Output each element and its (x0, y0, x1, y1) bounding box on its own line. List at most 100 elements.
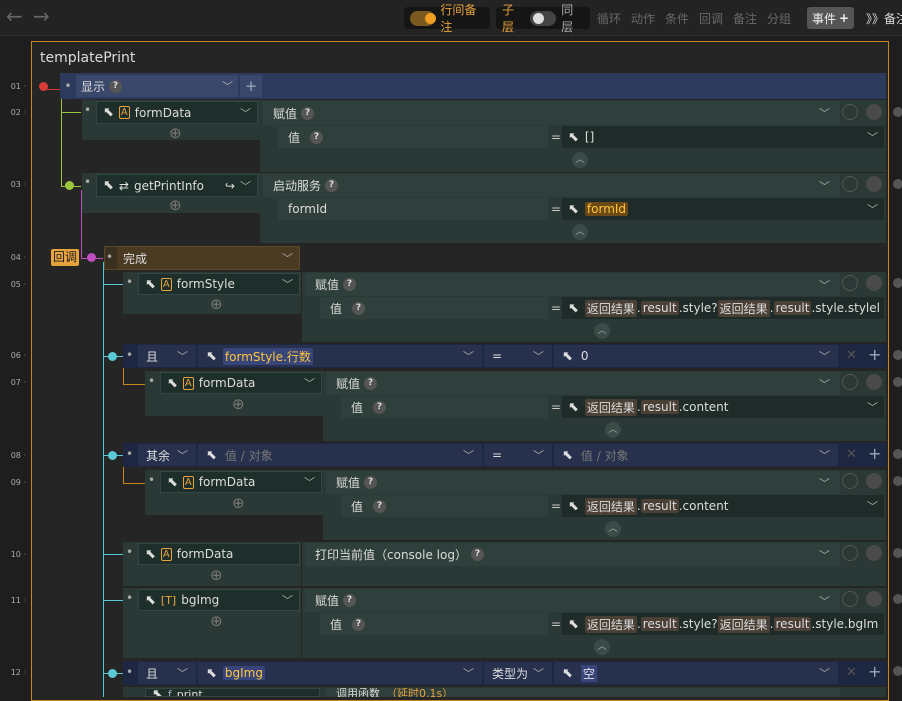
add-sub-button[interactable]: ⊕ (169, 124, 182, 142)
toggle-icon[interactable] (866, 545, 882, 561)
collapse-icon[interactable]: ︿ (572, 224, 588, 240)
row-handle[interactable] (893, 278, 902, 288)
help-icon[interactable]: ? (310, 130, 324, 144)
help-icon[interactable]: ? (352, 617, 366, 631)
expand-icon[interactable]: ﹀ (463, 447, 474, 463)
toggle-icon[interactable] (866, 473, 882, 489)
right-operand[interactable]: ⬉ 空 ﹀ (554, 662, 838, 684)
operator-select[interactable]: = ﹀ (484, 345, 552, 367)
operator-select[interactable]: 类型为 ﹀ (484, 662, 552, 684)
condition-button[interactable]: 条件 (665, 10, 689, 27)
target-select[interactable]: ⬉ A formData (138, 543, 300, 565)
drag-handle[interactable]: • (148, 473, 155, 487)
add-condition-button[interactable]: + (868, 662, 881, 681)
help-icon[interactable]: ? (301, 106, 315, 120)
drag-handle[interactable]: • (126, 665, 133, 679)
add-condition-button[interactable]: + (868, 345, 881, 364)
target-select[interactable]: ⬉ A formData ﹀ (160, 372, 322, 394)
tree-node[interactable] (39, 82, 48, 91)
help-icon[interactable]: ? (373, 400, 387, 414)
help-icon[interactable]: ? (325, 179, 339, 192)
expand-icon[interactable]: ﹀ (867, 498, 878, 514)
value-input[interactable]: ⬉ 返回结果. result .style? 返回结果. result .style.bg… (562, 613, 884, 635)
condition-select[interactable]: 其余 ﹀ (138, 444, 196, 466)
add-condition-button[interactable]: + (868, 444, 881, 463)
help-icon[interactable]: ? (364, 377, 378, 390)
help-icon[interactable]: ? (343, 594, 357, 607)
layer-toggle[interactable]: 子层 同层 (496, 3, 590, 34)
close-icon[interactable]: ✕ (846, 665, 857, 680)
tree-node[interactable] (108, 669, 117, 678)
target-select[interactable]: ⬉ [T] bgImg ﹀ (138, 589, 300, 611)
loop-button[interactable]: 循环 (597, 10, 621, 27)
action-select[interactable]: 打印当前值（console log）? ﹀ (305, 543, 840, 566)
expand-icon[interactable]: ﹀ (867, 201, 878, 217)
tree-node[interactable] (108, 451, 117, 460)
value-input[interactable]: ⬉ [] ﹀ (562, 126, 884, 148)
add-sub-button[interactable]: ⊕ (169, 196, 182, 214)
toggle-icon[interactable] (866, 374, 882, 390)
close-icon[interactable]: ✕ (846, 348, 857, 363)
drag-handle[interactable]: • (106, 250, 113, 264)
row-handle[interactable] (893, 666, 902, 676)
toggle-icon[interactable] (866, 104, 882, 120)
close-icon[interactable]: ✕ (846, 447, 857, 462)
drag-handle[interactable]: • (62, 75, 74, 97)
action-select[interactable]: 调用函数 （延时0.1s） (326, 688, 840, 697)
arrow-right-icon[interactable]: → (33, 6, 50, 26)
right-operand[interactable]: ⬉ 0 ﹀ (554, 345, 838, 367)
drag-handle[interactable]: • (84, 175, 91, 189)
operator-select[interactable]: = ﹀ (484, 444, 552, 466)
add-sub-button[interactable]: ⊕ (210, 612, 223, 630)
tree-node[interactable] (65, 181, 74, 190)
add-sub-button[interactable]: ⊕ (232, 395, 245, 413)
row-handle[interactable] (893, 449, 902, 459)
drag-handle[interactable]: • (126, 447, 133, 461)
action-select[interactable]: 启动服务? ﹀ (263, 174, 840, 197)
left-operand[interactable]: ⬉ 值 / 对象 ﹀ (198, 444, 482, 466)
collapse-icon[interactable]: ︿ (605, 422, 621, 438)
toggle-icon[interactable] (866, 176, 882, 192)
row-handle[interactable] (893, 548, 902, 558)
drag-handle[interactable]: • (126, 545, 133, 559)
collapse-icon[interactable]: ︿ (594, 323, 610, 339)
row-handle[interactable] (893, 476, 902, 486)
add-sub-button[interactable]: ⊕ (210, 566, 223, 584)
value-input[interactable]: ⬉ formId ﹀ (562, 198, 884, 220)
display-select[interactable]: 显示? ﹀ (76, 75, 238, 97)
add-button[interactable]: + (240, 75, 262, 97)
action-button[interactable]: 动作 (631, 10, 655, 27)
row-handle[interactable] (893, 377, 902, 387)
expand-icon[interactable]: ﹀ (463, 665, 474, 681)
group-button[interactable]: 分组 (767, 10, 791, 27)
collapse-icon[interactable]: ︿ (572, 152, 588, 168)
row-handle[interactable] (893, 594, 902, 604)
action-select[interactable]: 赋值? ﹀ (305, 273, 840, 296)
expand-icon[interactable]: ﹀ (819, 348, 830, 364)
action-select[interactable]: 赋值? ﹀ (326, 372, 840, 395)
help-icon[interactable]: ? (352, 301, 366, 315)
action-select[interactable]: 赋值? ﹀ (263, 101, 840, 125)
tree-node[interactable] (108, 352, 117, 361)
condition-select[interactable]: 且 ﹀ (138, 662, 196, 684)
left-operand[interactable]: ⬉ formStyle.行数 ﹀ (198, 345, 482, 367)
help-icon[interactable]: ? (373, 499, 387, 513)
target-select[interactable]: ⬉ ⇄ getPrintInfo ↪ ﹀ (96, 174, 258, 197)
right-operand[interactable]: ⬉ 值 / 对象 ﹀ (554, 444, 838, 466)
target-select[interactable]: ⬉ A formData ﹀ (160, 471, 322, 493)
target-select[interactable]: ⬉ ƒ print (145, 688, 320, 697)
left-operand[interactable]: ⬉ bgImg ﹀ (198, 662, 482, 684)
help-icon[interactable]: ? (470, 548, 484, 561)
row-handle[interactable] (893, 107, 902, 117)
condition-select[interactable]: 且 ﹀ (138, 345, 196, 367)
target-select[interactable]: ⬉ A formStyle ﹀ (138, 273, 300, 295)
inline-comment-toggle[interactable]: 行间备注 (404, 3, 490, 34)
arrow-left-icon[interactable]: ← (6, 6, 23, 26)
callback-label-box[interactable]: 完成 ﹀ (117, 247, 299, 269)
drag-handle[interactable]: • (126, 348, 133, 362)
row-handle[interactable] (893, 350, 902, 360)
toggle-icon[interactable] (866, 591, 882, 607)
help-icon[interactable]: ? (364, 476, 378, 489)
row-handle[interactable] (893, 179, 902, 189)
tree-node[interactable] (87, 253, 96, 262)
